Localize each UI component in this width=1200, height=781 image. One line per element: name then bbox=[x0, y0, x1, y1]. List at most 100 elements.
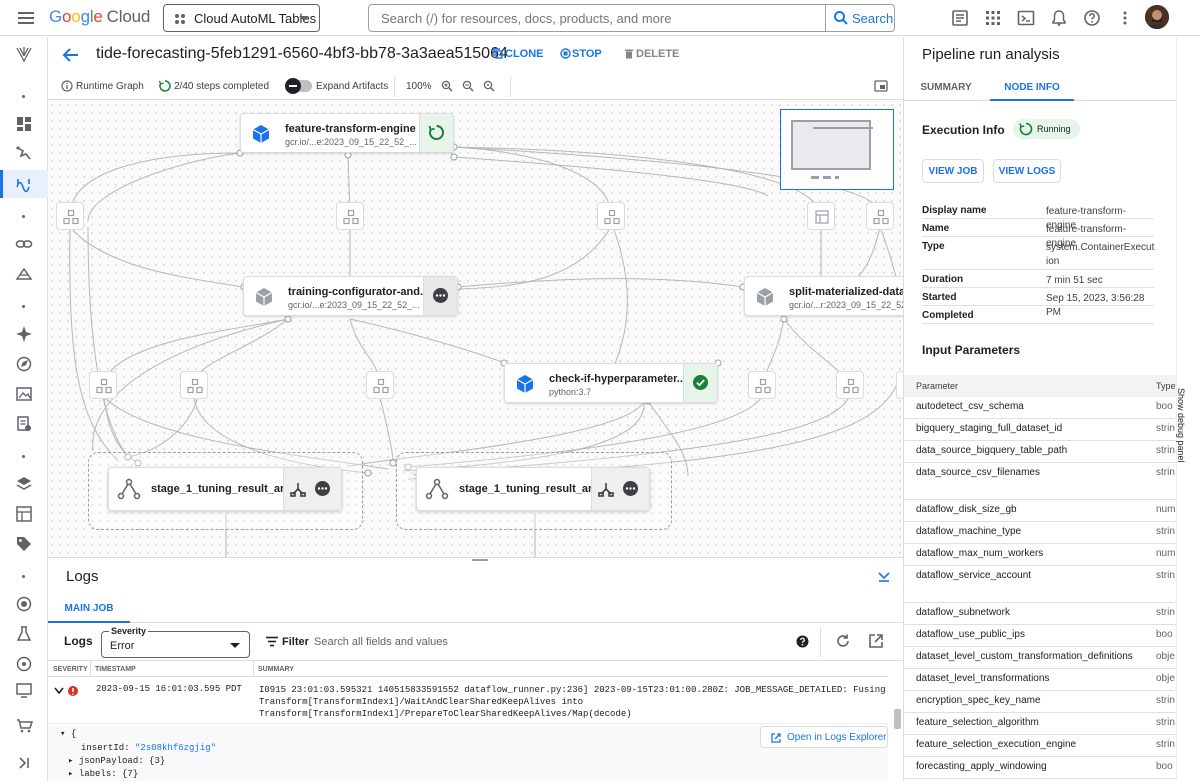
zoom-reset-icon[interactable] bbox=[483, 80, 495, 92]
artifact-node[interactable] bbox=[748, 371, 776, 399]
node-feature-transform-engine[interactable]: feature-transform-engine gcr.io/...e:202… bbox=[240, 113, 454, 153]
tag-icon[interactable] bbox=[15, 535, 33, 553]
workbench-icon[interactable] bbox=[15, 505, 33, 523]
artifact-node[interactable] bbox=[896, 371, 903, 399]
expand-artifacts-toggle[interactable] bbox=[285, 78, 312, 94]
group-node-stage-1-tuning[interactable]: stage_1_tuning_result_ar... bbox=[416, 467, 650, 511]
google-cloud-logo[interactable]: Google Cloud bbox=[49, 7, 150, 27]
artifact-node[interactable] bbox=[807, 202, 835, 230]
model-garden-icon[interactable] bbox=[15, 145, 33, 163]
notifications-icon[interactable] bbox=[1050, 9, 1068, 27]
help-icon[interactable] bbox=[796, 635, 809, 648]
table-row[interactable]: data_source_bigquery_table_path strin bbox=[904, 441, 1176, 463]
table-row[interactable]: dataflow_disk_size_gb num bbox=[904, 500, 1176, 522]
help-icon[interactable] bbox=[1083, 9, 1101, 27]
predictions-icon[interactable] bbox=[15, 681, 33, 699]
avatar[interactable] bbox=[1145, 5, 1169, 29]
table-row[interactable]: dataflow_max_num_workers num bbox=[904, 544, 1176, 566]
vertex-ai-icon[interactable] bbox=[15, 45, 33, 63]
cloud-shell-icon[interactable] bbox=[1017, 9, 1035, 27]
show-debug-panel-button[interactable]: Show debug panel bbox=[1176, 388, 1186, 463]
search-input[interactable] bbox=[369, 5, 825, 31]
json-payload-item[interactable]: ▸ jsonPayload: {3} bbox=[68, 756, 165, 766]
clone-button[interactable]: CLONE bbox=[493, 48, 544, 60]
table-row[interactable]: feature_selection_execution_engine strin bbox=[904, 735, 1176, 757]
apps-grid-icon[interactable] bbox=[984, 9, 1002, 27]
artifact-node[interactable] bbox=[597, 202, 625, 230]
minimap-viewport[interactable] bbox=[791, 120, 873, 170]
filter-button[interactable]: Filter bbox=[266, 636, 309, 648]
log-row[interactable]: 2023-09-15 16:01:03.595 PDT I0915 23:01:… bbox=[48, 678, 888, 724]
table-row[interactable]: feature_selection_algorithm strin bbox=[904, 713, 1176, 735]
artifact-node[interactable] bbox=[180, 371, 208, 399]
table-row[interactable]: bigquery_staging_full_dataset_id strin bbox=[904, 419, 1176, 441]
refresh-icon[interactable] bbox=[835, 633, 851, 649]
zoom-out-icon[interactable] bbox=[462, 80, 474, 92]
logs-search-input[interactable]: Search all fields and values bbox=[314, 636, 448, 648]
table-row[interactable]: dataset_level_custom_transformation_defi… bbox=[904, 647, 1176, 669]
view-logs-button[interactable]: VIEW LOGS bbox=[993, 159, 1061, 183]
table-row[interactable]: data_source_csv_filenames strin bbox=[904, 463, 1176, 500]
pipelines-icon[interactable] bbox=[15, 175, 33, 193]
graph-minimap[interactable] bbox=[780, 109, 894, 190]
collapse-caret[interactable]: ▾ { bbox=[60, 729, 76, 739]
tab-main-job[interactable]: MAIN JOB bbox=[48, 594, 130, 623]
stop-button[interactable]: STOP bbox=[560, 48, 602, 60]
table-row[interactable]: forecasting_apply_windowing boo bbox=[904, 757, 1176, 779]
document-icon[interactable] bbox=[15, 415, 33, 433]
deploy-icon[interactable] bbox=[15, 595, 33, 613]
node-split-materialized-data[interactable]: split-materialized-data gcr.io/...r:2023… bbox=[744, 276, 903, 316]
datasets-icon[interactable] bbox=[15, 265, 33, 283]
runtime-graph-label[interactable]: Runtime Graph bbox=[61, 80, 144, 92]
node-training-configurator[interactable]: training-configurator-and... gcr.io/...e… bbox=[243, 276, 458, 316]
labels-item[interactable]: ▸ labels: {7} bbox=[68, 769, 138, 779]
view-job-button[interactable]: VIEW JOB bbox=[922, 159, 984, 183]
tab-summary[interactable]: SUMMARY bbox=[904, 73, 988, 101]
project-selector[interactable]: Cloud AutoML Tables bbox=[163, 4, 320, 32]
expand-group-icon[interactable] bbox=[598, 481, 614, 497]
table-row[interactable]: dataflow_service_account strin bbox=[904, 566, 1176, 603]
table-row[interactable]: encryption_spec_key_name strin bbox=[904, 691, 1176, 713]
notes-icon[interactable] bbox=[951, 9, 969, 27]
back-arrow-icon[interactable] bbox=[62, 46, 80, 64]
pipeline-graph-canvas[interactable]: feature-transform-engine gcr.io/...e:202… bbox=[48, 101, 903, 557]
collapse-logs-icon[interactable] bbox=[877, 569, 891, 583]
detail-row: Duration 7 min 51 sec bbox=[922, 270, 1154, 288]
artifact-node[interactable] bbox=[336, 202, 364, 230]
zoom-in-icon[interactable] bbox=[441, 80, 453, 92]
tab-node-info[interactable]: NODE INFO bbox=[990, 73, 1074, 101]
image-icon[interactable] bbox=[15, 385, 33, 403]
open-in-logs-explorer-button[interactable]: Open in Logs Explorer bbox=[760, 726, 888, 748]
artifact-node[interactable] bbox=[56, 202, 84, 230]
more-vert-icon[interactable] bbox=[1116, 9, 1134, 27]
minimap-toggle-icon[interactable] bbox=[874, 80, 888, 92]
generative-ai-icon[interactable] bbox=[15, 325, 33, 343]
table-row[interactable]: dataflow_machine_type strin bbox=[904, 522, 1176, 544]
layers-icon[interactable] bbox=[15, 475, 33, 493]
marketplace-icon[interactable] bbox=[15, 716, 33, 734]
detail-row: Completed bbox=[922, 306, 1154, 324]
menu-icon[interactable] bbox=[17, 9, 35, 27]
experiments-icon[interactable] bbox=[15, 625, 33, 643]
artifact-node[interactable] bbox=[366, 371, 394, 399]
artifact-node[interactable] bbox=[866, 202, 894, 230]
scrollbar[interactable] bbox=[894, 709, 901, 729]
explore-icon[interactable] bbox=[15, 355, 33, 373]
table-row[interactable]: dataset_level_transformations obje bbox=[904, 669, 1176, 691]
table-row[interactable]: autodetect_csv_schema boo bbox=[904, 397, 1176, 419]
artifact-node[interactable] bbox=[89, 371, 117, 399]
expand-group-icon[interactable] bbox=[290, 481, 306, 497]
collapse-nav-icon[interactable] bbox=[15, 754, 33, 772]
severity-select[interactable]: Severity Error bbox=[101, 626, 250, 658]
dashboard-icon[interactable] bbox=[15, 115, 33, 133]
artifact-node[interactable] bbox=[836, 371, 864, 399]
monitoring-icon[interactable] bbox=[15, 655, 33, 673]
group-node-stage-1-tuning[interactable]: stage_1_tuning_result_ar... bbox=[108, 467, 342, 511]
search-button[interactable]: Search bbox=[825, 5, 895, 31]
open-in-new-icon[interactable] bbox=[868, 633, 884, 649]
node-check-if-hyperparameter[interactable]: check-if-hyperparameter... python:3.7 bbox=[504, 363, 718, 403]
link-icon[interactable] bbox=[15, 235, 33, 253]
table-row[interactable]: dataflow_subnetwork strin bbox=[904, 603, 1176, 625]
table-row[interactable]: dataflow_use_public_ips boo bbox=[904, 625, 1176, 647]
delete-button[interactable]: DELETE bbox=[624, 48, 679, 60]
